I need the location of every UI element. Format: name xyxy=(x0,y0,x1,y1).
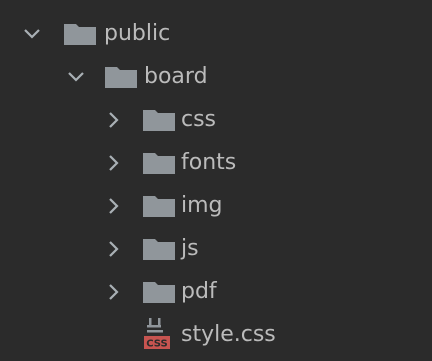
tree-node-img[interactable]: img xyxy=(0,184,432,228)
chevron-down-icon[interactable] xyxy=(66,67,86,87)
folder-icon xyxy=(142,108,176,132)
chevron-right-icon[interactable] xyxy=(104,153,124,173)
folder-icon xyxy=(142,194,176,218)
tree-node-label: public xyxy=(104,21,171,46)
folder-icon xyxy=(63,22,97,46)
tree-node-css[interactable]: css xyxy=(0,98,432,142)
chevron-right-icon[interactable] xyxy=(104,282,124,302)
tree-node-label: pdf xyxy=(181,279,217,304)
css-file-icon: CSS xyxy=(143,316,175,350)
tree-node-label: style.css xyxy=(181,322,276,347)
tree-node-label: js xyxy=(181,236,199,261)
tree-node-style-css[interactable]: CSS style.css xyxy=(0,313,432,357)
tree-node-label: img xyxy=(181,193,223,218)
chevron-down-icon[interactable] xyxy=(22,24,42,44)
chevron-right-icon[interactable] xyxy=(104,110,124,130)
project-tree: public board css fonts img js pdf CSS st… xyxy=(0,0,432,361)
css-badge-text: CSS xyxy=(146,339,167,350)
tree-node-js[interactable]: js xyxy=(0,227,432,271)
tree-node-label: css xyxy=(181,107,217,132)
folder-icon xyxy=(142,280,176,304)
chevron-right-icon[interactable] xyxy=(104,196,124,216)
tree-node-board[interactable]: board xyxy=(0,55,432,99)
chevron-right-icon[interactable] xyxy=(104,239,124,259)
folder-icon xyxy=(104,65,138,89)
folder-icon xyxy=(142,237,176,261)
tree-node-label: board xyxy=(144,64,208,89)
tree-node-fonts[interactable]: fonts xyxy=(0,141,432,185)
tree-node-label: fonts xyxy=(181,150,237,175)
folder-icon xyxy=(142,151,176,175)
tree-node-pdf[interactable]: pdf xyxy=(0,270,432,314)
tree-node-public[interactable]: public xyxy=(0,12,432,56)
